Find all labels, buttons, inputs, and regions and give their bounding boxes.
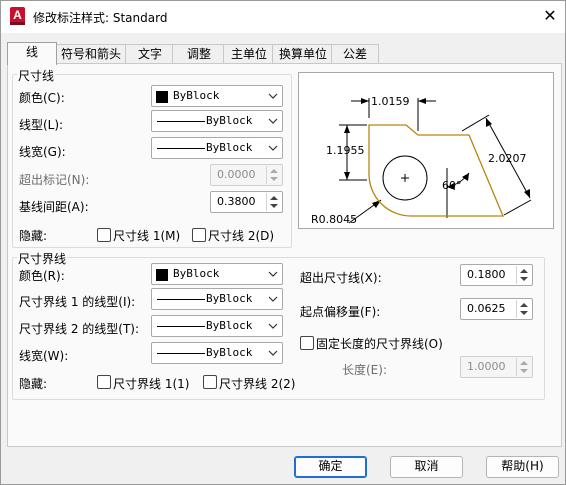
suppress-ext2-label: 尺寸界线 2(2) [219, 377, 296, 391]
chevron-down-icon [268, 93, 278, 99]
line-sample [157, 299, 205, 300]
tab-text[interactable]: 文字 [125, 44, 175, 64]
dimension-preview: 1.0159 1.1955 2.0207 60° R0.8045 [298, 72, 554, 229]
ext-lineweight-select[interactable]: ByBlock [151, 342, 283, 364]
dim-extend-label: 超出标记(N): [19, 173, 90, 187]
dim-color-select[interactable]: ByBlock [151, 85, 283, 107]
line-sample [157, 121, 205, 122]
ext-beyond-value: 0.1800 [467, 268, 506, 281]
dim-linetype-value: ByBlock [206, 114, 253, 127]
dim-lines-group-label: 尺寸线 [17, 67, 56, 84]
dim-baseline-value: 0.3800 [217, 195, 256, 208]
tab-tolerances[interactable]: 公差 [331, 44, 379, 64]
suppress-ext2-checkbox[interactable] [203, 375, 217, 389]
chevron-down-icon [268, 350, 278, 356]
fixed-length-checkbox[interactable] [300, 336, 314, 350]
dialog-window: A 修改标注样式: Standard ✕ 线 符号和箭头 文字 调整 主单位 换… [0, 0, 566, 485]
tab-alternate-units[interactable]: 换算单位 [272, 44, 334, 64]
fixed-length-label: 固定长度的尺寸界线(O) [316, 337, 443, 351]
dim-baseline-label: 基线间距(A): [19, 200, 89, 214]
chevron-down-icon [268, 145, 278, 151]
length-value: 1.0000 [467, 360, 506, 373]
ext-lineweight-label: 线宽(W): [19, 349, 69, 363]
ext-offset-spinner[interactable]: 0.0625 [460, 298, 533, 320]
dim-linetype-select[interactable]: ByBlock [151, 110, 283, 132]
dim-suppress-label: 隐藏: [19, 229, 48, 243]
dim-extend-value: 0.0000 [217, 168, 256, 181]
ext-offset-label: 起点偏移量(F): [300, 305, 381, 319]
spinner-buttons[interactable] [516, 300, 531, 318]
ext2-linetype-select[interactable]: ByBlock [151, 315, 283, 337]
suppress-dim2-checkbox[interactable] [192, 228, 206, 242]
tab-lines[interactable]: 线 [7, 42, 57, 65]
line-sample [157, 326, 205, 327]
color-swatch [156, 91, 168, 103]
dim-extend-spinner[interactable]: 0.0000 [210, 164, 283, 186]
close-icon[interactable]: ✕ [541, 7, 559, 25]
tab-primary-units[interactable]: 主单位 [223, 44, 275, 64]
chevron-down-icon [268, 296, 278, 302]
preview-dim-top: 1.0159 [371, 95, 410, 108]
dim-color-value: ByBlock [173, 89, 220, 102]
dim-linetype-label: 线型(L): [19, 118, 64, 132]
spinner-buttons[interactable] [516, 358, 531, 376]
ok-button[interactable]: 确定 [294, 456, 367, 478]
ext-color-label: 颜色(R): [19, 269, 65, 283]
chevron-down-icon [268, 271, 278, 277]
ext-lines-group-label: 尺寸界线 [17, 250, 68, 267]
ext1-linetype-select[interactable]: ByBlock [151, 288, 283, 310]
dim-lineweight-label: 线宽(G): [19, 145, 66, 159]
ext-lineweight-value: ByBlock [206, 346, 253, 359]
dim-baseline-spinner[interactable]: 0.3800 [210, 191, 283, 213]
title-bar: A 修改标注样式: Standard ✕ [1, 1, 565, 33]
suppress-ext1-label: 尺寸界线 1(1) [113, 377, 190, 391]
tab-symbols-arrows[interactable]: 符号和箭头 [54, 44, 128, 64]
preview-dim-angle: 60° [442, 179, 462, 192]
preview-part-outline [368, 124, 504, 217]
suppress-dim2-label: 尺寸线 2(D) [208, 229, 275, 243]
chevron-down-icon [268, 118, 278, 124]
dim-lineweight-value: ByBlock [206, 141, 253, 154]
ext-beyond-label: 超出尺寸线(X): [300, 271, 382, 285]
spinner-buttons[interactable] [266, 166, 281, 184]
suppress-dim1-checkbox[interactable] [97, 228, 111, 242]
spinner-buttons[interactable] [266, 193, 281, 211]
dim-lineweight-select[interactable]: ByBlock [151, 137, 283, 159]
tab-fit[interactable]: 调整 [172, 44, 226, 64]
line-sample [157, 148, 205, 149]
ext1-linetype-value: ByBlock [206, 292, 253, 305]
ext2-linetype-value: ByBlock [206, 319, 253, 332]
length-label: 长度(E): [342, 363, 387, 377]
ext-suppress-label: 隐藏: [19, 377, 48, 391]
help-button[interactable]: 帮助(H) [486, 456, 559, 478]
autocad-app-icon: A [10, 7, 25, 25]
preview-dim-radius: R0.8045 [311, 213, 357, 226]
preview-drawing: 1.0159 1.1955 2.0207 60° R0.8045 [311, 95, 532, 226]
spinner-buttons[interactable] [516, 266, 531, 284]
line-sample [157, 353, 205, 354]
ext1-linetype-label: 尺寸界线 1 的线型(I): [19, 295, 136, 309]
dim-color-label: 颜色(C): [19, 91, 65, 105]
suppress-ext1-checkbox[interactable] [97, 375, 111, 389]
color-swatch [156, 269, 168, 281]
ext-color-value: ByBlock [173, 267, 220, 280]
preview-dim-right: 2.0207 [488, 152, 527, 165]
cancel-button[interactable]: 取消 [390, 456, 463, 478]
chevron-down-icon [268, 323, 278, 329]
length-spinner[interactable]: 1.0000 [460, 356, 533, 378]
ext-color-select[interactable]: ByBlock [151, 263, 283, 285]
dialog-title: 修改标注样式: Standard [33, 11, 168, 25]
ext-beyond-spinner[interactable]: 0.1800 [460, 264, 533, 286]
suppress-dim1-label: 尺寸线 1(M) [113, 229, 181, 243]
ext2-linetype-label: 尺寸界线 2 的线型(T): [19, 322, 140, 336]
preview-dim-left: 1.1955 [326, 144, 365, 157]
ext-offset-value: 0.0625 [467, 302, 506, 315]
